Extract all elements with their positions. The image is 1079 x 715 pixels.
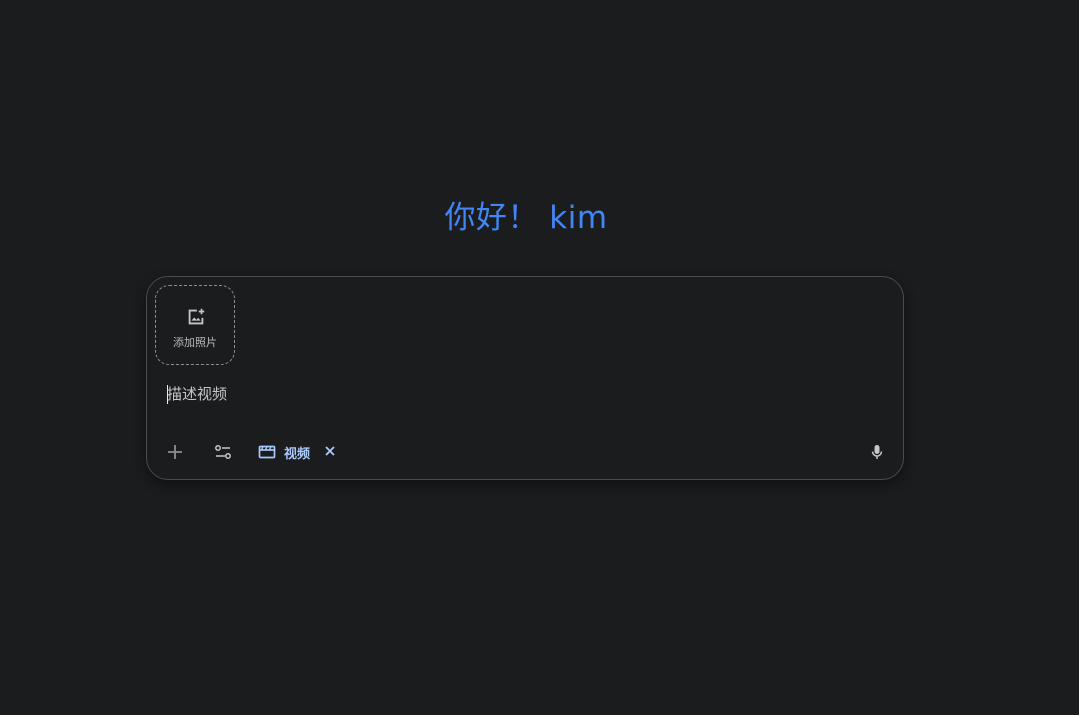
plus-icon	[168, 445, 182, 459]
microphone-button[interactable]	[863, 438, 891, 466]
greeting-title: 你好！ kim	[444, 200, 608, 236]
video-mode-chip[interactable]: 视频	[257, 440, 310, 464]
add-photo-icon	[188, 308, 205, 325]
remove-video-chip-button[interactable]	[321, 442, 339, 460]
tune-sliders-icon	[215, 445, 231, 459]
settings-button[interactable]	[209, 438, 237, 466]
add-photo-label: 添加照片	[173, 336, 217, 349]
microphone-icon	[871, 445, 883, 459]
prompt-input[interactable]	[167, 383, 867, 405]
add-button[interactable]	[161, 438, 189, 466]
video-chip-label: 视频	[284, 446, 311, 462]
close-icon	[325, 446, 335, 456]
prompt-composer: 添加照片 视频	[146, 276, 904, 480]
text-caret	[167, 385, 168, 404]
add-photo-button[interactable]: 添加照片	[155, 285, 235, 365]
movie-clapper-icon	[258, 445, 276, 459]
